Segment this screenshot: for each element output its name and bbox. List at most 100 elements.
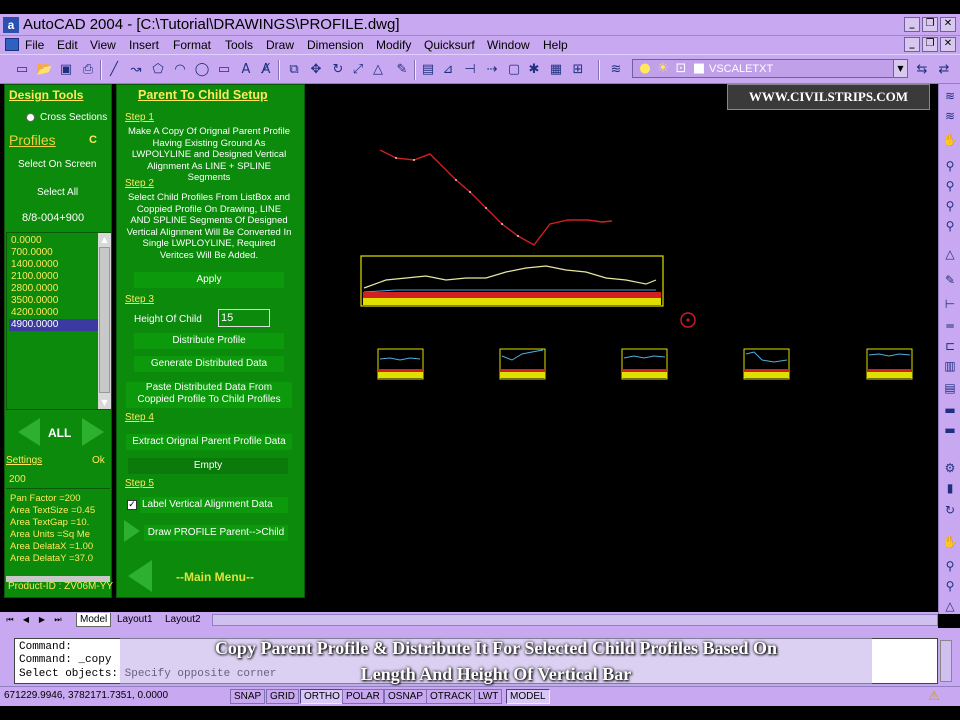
tab-model[interactable]: Model [76,613,112,627]
grid-toggle[interactable]: GRID [266,689,299,704]
autocad-a-icon[interactable]: a [3,17,19,33]
apply-button[interactable]: Apply [134,272,284,288]
last-tab-icon[interactable]: ⏭ [52,614,64,626]
rectangle-icon[interactable]: ▭ [216,62,232,78]
arc-icon[interactable]: ◠ [172,62,188,78]
zoom-in-icon[interactable]: ⚲ [942,558,958,574]
polar-toggle[interactable]: POLAR [342,689,384,704]
list-item[interactable]: 3500.0000 [9,295,99,307]
list-item[interactable]: 700.0000 [9,247,99,259]
label-vertical-checkbox[interactable]: ✓ [127,500,137,510]
document-icon[interactable] [5,38,19,51]
zoom-out-icon[interactable]: ⚲ [942,578,958,594]
scale-icon[interactable]: ⤢ [350,62,366,78]
menu-dimension[interactable]: Dimension [307,38,364,52]
offset-icon[interactable]: ▤ [420,62,436,78]
list-item[interactable]: Area TextGap =10. [10,517,89,528]
menu-format[interactable]: Format [173,38,211,52]
generate-distributed-data-button[interactable]: Generate Distributed Data [134,356,284,372]
previous-arrow-icon[interactable] [18,418,40,446]
all-button[interactable]: ALL [48,426,71,440]
listbox-scrollbar[interactable]: ▲ ▼ [98,233,111,409]
extract-parent-profile-button[interactable]: Extract Orignal Parent Profile Data [126,434,292,450]
zoom-previous-icon[interactable]: ⚲ [942,198,958,214]
menu-quicksurf[interactable]: Quicksurf [424,38,475,52]
zoom-window-icon[interactable]: ⚲ [942,178,958,194]
list-item[interactable]: Area DelataY =37.0 [10,553,93,564]
triangle-icon[interactable]: △ [942,246,958,262]
rotate-icon[interactable]: ↻ [330,62,346,78]
first-tab-icon[interactable]: ⏮ [4,614,16,626]
bars-icon[interactable]: ▥ [942,358,958,374]
line-icon[interactable]: ╱ [106,62,122,78]
menu-tools[interactable]: Tools [225,38,253,52]
tab-layout1[interactable]: Layout1 [114,613,156,627]
chainage-listbox[interactable]: 0.0000 700.0000 1400.0000 2100.0000 2800… [6,232,112,410]
select-all-button[interactable]: Select All [37,187,78,198]
design-tools-title[interactable]: Design Tools [9,88,83,102]
settings-listbox[interactable]: Pan Factor =200 Area TextSize =0.45 Area… [6,488,110,574]
settings-link[interactable]: Settings [6,455,42,466]
dimension-icon[interactable]: ⊢ [942,296,958,312]
layers-icon[interactable]: ≋ [608,62,624,78]
doc-close-button[interactable]: ✕ [940,37,956,52]
array-icon[interactable]: ⊞ [570,62,586,78]
refresh-icon[interactable]: ↻ [942,502,958,518]
block-icon[interactable]: ▢ [506,62,522,78]
chevron-down-icon[interactable]: ▼ [893,60,907,77]
snap-toggle[interactable]: SNAP [230,689,266,704]
zoom-realtime-icon[interactable]: ⚲ [942,158,958,174]
list-item[interactable]: Area Units =Sq Me [10,529,90,540]
extend-icon[interactable]: ⊣ [462,62,478,78]
list-item[interactable]: Area TextSize =0.45 [10,505,95,516]
osnap-toggle[interactable]: OSNAP [384,689,428,704]
coordinate-readout[interactable]: 671229.9946, 3782171.7351, 0.0000 [4,690,168,701]
list-item[interactable]: Pan Factor =200 [10,493,81,504]
tab-layout2[interactable]: Layout2 [162,613,204,627]
prev-tab-icon[interactable]: ◀ [20,614,32,626]
erase-icon[interactable]: ✎ [394,62,410,78]
save-icon[interactable]: ▣ [58,62,74,78]
otrack-toggle[interactable]: OTRACK [426,689,476,704]
stack-icon[interactable]: ▬ [942,402,958,418]
list-item[interactable]: 2100.0000 [9,271,99,283]
tape-icon[interactable]: ⊏ [942,338,958,354]
text-style-icon[interactable]: A̸ [258,62,274,78]
menu-window[interactable]: Window [487,38,530,52]
polygon-icon[interactable]: ⬠ [150,62,166,78]
layer-previous-icon[interactable]: ⇆ [914,62,930,78]
paste-distributed-data-button[interactable]: Paste Distributed Data From Coppied Prof… [126,382,292,408]
ortho-toggle[interactable]: ORTHO [300,689,344,704]
mirror-icon[interactable]: △ [370,62,386,78]
label-vertical-label[interactable]: Label Vertical Alignment Data [140,497,288,513]
zoom-extents-icon[interactable]: ⚲ [942,218,958,234]
model-toggle[interactable]: MODEL [506,689,550,704]
text-icon[interactable]: A [238,62,254,78]
move-icon[interactable]: ✥ [308,62,324,78]
triangle-icon[interactable]: △ [942,598,958,614]
select-on-screen-button[interactable]: Select On Screen [18,159,96,170]
doc-restore-button[interactable]: ❐ [922,37,938,52]
settings-icon[interactable]: ⚙ [942,460,958,476]
distribute-profile-button[interactable]: Distribute Profile [134,333,284,349]
close-button[interactable]: ✕ [940,17,956,32]
polyline-icon[interactable]: ↝ [128,62,144,78]
layer-states-icon[interactable]: ≋ [942,108,958,124]
list-item-selected[interactable]: 4900.0000 [9,319,99,331]
layer-icon[interactable]: ≋ [942,88,958,104]
menu-modify[interactable]: Modify [376,38,411,52]
doc-minimize-button[interactable]: _ [904,37,920,52]
height-of-child-input[interactable]: 15 [218,309,270,327]
list-item[interactable]: 0.0000 [9,235,99,247]
next-arrow-icon[interactable] [82,418,104,446]
menu-insert[interactable]: Insert [129,38,159,52]
circle-icon[interactable]: ◯ [194,62,210,78]
horizontal-scrollbar[interactable] [212,614,938,626]
tray-warning-icon[interactable]: ⚠ [926,689,942,705]
copy-icon[interactable]: ⧉ [286,62,302,78]
pan-icon[interactable]: ✋ [942,534,958,550]
profiles-link[interactable]: Profiles [9,132,56,148]
new-icon[interactable]: ▭ [14,62,30,78]
next-tab-icon[interactable]: ▶ [36,614,48,626]
lwt-toggle[interactable]: LWT [474,689,503,704]
